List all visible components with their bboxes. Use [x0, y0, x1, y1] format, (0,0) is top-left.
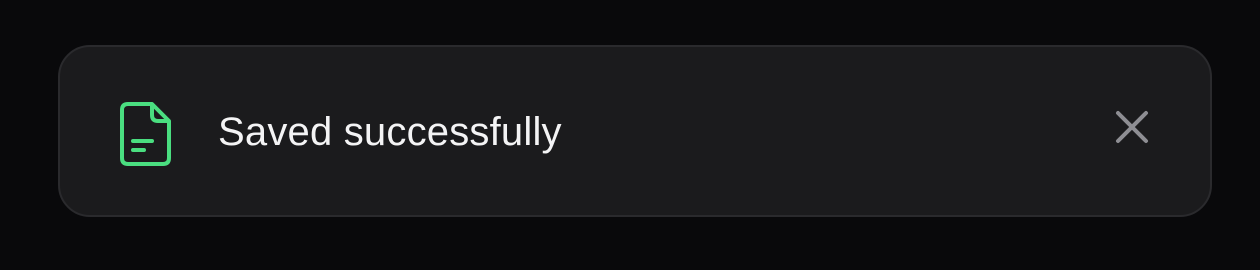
- close-button[interactable]: [1112, 107, 1152, 147]
- file-document-icon: [118, 101, 174, 167]
- toast-notification: Saved successfully: [58, 45, 1212, 217]
- close-icon: [1112, 111, 1152, 151]
- toast-message: Saved successfully: [218, 110, 562, 154]
